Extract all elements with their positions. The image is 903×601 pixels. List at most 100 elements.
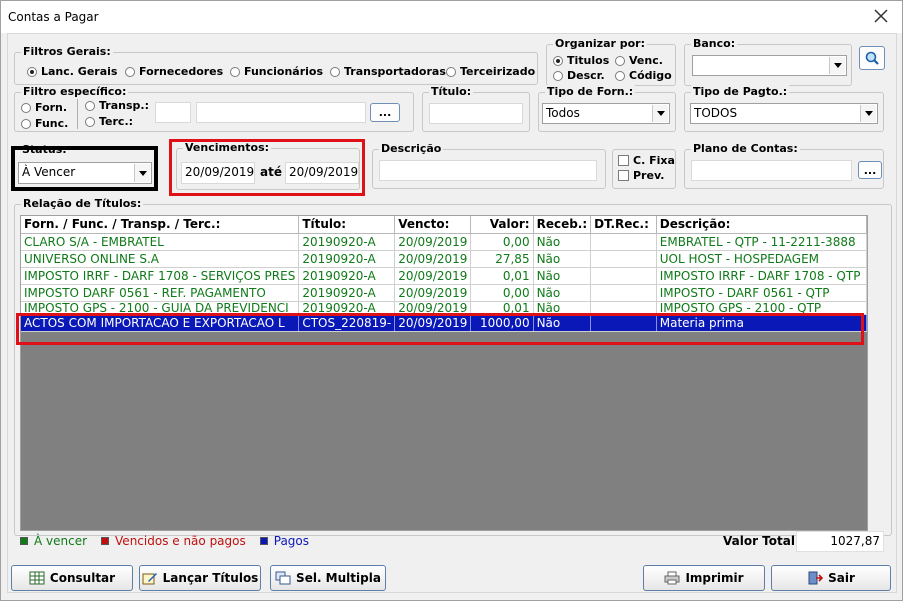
organizar-legend: Organizar por: xyxy=(553,37,648,50)
table-row[interactable]: UNIVERSO ONLINE S.A 20190920-A 20/09/201… xyxy=(21,250,868,268)
radio-org-descr[interactable]: Descr. xyxy=(553,69,605,82)
radio-func[interactable]: Func. xyxy=(21,117,68,130)
cell-dtrec xyxy=(590,250,657,268)
cell-valor: 0,01 xyxy=(470,267,534,285)
radio-transp[interactable]: Transp.: xyxy=(85,99,149,112)
radio-lanc-gerais[interactable]: Lanc. Gerais xyxy=(27,65,117,78)
radio-forn[interactable]: Forn. xyxy=(21,101,67,114)
table-row[interactable]: CLARO S/A - EMBRATEL 20190920-A 20/09/20… xyxy=(21,233,868,251)
checkbox-box xyxy=(618,170,629,181)
legend-swatch-blue xyxy=(259,537,268,545)
radio-org-venc[interactable]: Venc. xyxy=(615,54,663,67)
app-window: Contas a Pagar Filtros Gerais: Lanc. Ger… xyxy=(0,0,903,601)
multi-select-icon xyxy=(275,571,291,585)
col-header-vencto[interactable]: Vencto: xyxy=(394,216,472,234)
col-header-valor[interactable]: Valor: xyxy=(470,216,534,234)
cell-fornecedor: UNIVERSO ONLINE S.A xyxy=(21,250,300,268)
sel-multipla-button[interactable]: Sel. Multipla xyxy=(270,565,386,591)
exit-door-icon xyxy=(808,571,824,585)
radio-org-codigo[interactable]: Código xyxy=(615,69,672,82)
radio-terc[interactable]: Terc.: xyxy=(85,115,133,128)
cell-fornecedor: CLARO S/A - EMBRATEL xyxy=(21,233,300,251)
filtro-code-input[interactable] xyxy=(155,102,191,123)
cell-dtrec xyxy=(590,267,657,285)
col-header-descricao[interactable]: Descrição: xyxy=(656,216,868,234)
selected-row-highlight-box xyxy=(16,313,864,345)
titulo-input[interactable] xyxy=(429,103,523,124)
col-header-fornecedor[interactable]: Forn. / Func. / Transp. / Terc.: xyxy=(21,216,300,234)
radio-terceirizado[interactable]: Terceirizado xyxy=(446,65,535,78)
radio-funcionarios[interactable]: Funcionários xyxy=(230,65,323,78)
search-button[interactable] xyxy=(859,46,885,70)
plano-contas-input[interactable] xyxy=(691,160,852,181)
radio-dot-selected xyxy=(553,55,563,66)
chevron-down-icon[interactable] xyxy=(652,105,668,122)
plano-contas-group: Plano de Contas: ... xyxy=(684,142,884,189)
cell-vencto: 20/09/2019 xyxy=(394,233,472,251)
cell-receb: Não xyxy=(533,267,592,285)
c-fixa-checkbox[interactable]: C. Fixa xyxy=(618,154,675,167)
sair-button[interactable]: Sair xyxy=(771,565,891,591)
table-row[interactable]: IMPOSTO DARF 0561 - REF. PAGAMENTO 20190… xyxy=(21,284,868,302)
plano-contas-legend: Plano de Contas: xyxy=(691,142,800,155)
col-header-dtrec[interactable]: DT.Rec.: xyxy=(590,216,657,234)
edit-icon xyxy=(142,573,157,585)
radio-dot xyxy=(615,55,625,66)
radio-transportadoras[interactable]: Transportadoras xyxy=(330,65,446,78)
checks-group: C. Fixa Prev. xyxy=(612,149,676,189)
tipo-forn-select[interactable]: Todos xyxy=(542,103,670,124)
cell-vencto: 20/09/2019 xyxy=(394,267,472,285)
cell-valor: 0,00 xyxy=(470,233,534,251)
filtro-browse-button[interactable]: ... xyxy=(370,103,400,122)
radio-dot xyxy=(21,118,31,129)
chevron-down-icon[interactable] xyxy=(860,105,876,122)
radio-dot-selected xyxy=(27,66,37,77)
table-row[interactable]: IMPOSTO IRRF - DARF 1708 - SERVIÇOS PRES… xyxy=(21,267,868,285)
divider xyxy=(77,99,78,129)
banco-select[interactable] xyxy=(692,55,847,76)
total-value: 1027,87 xyxy=(796,531,884,552)
radio-dot xyxy=(330,66,340,77)
legend-a-vencer: À vencer xyxy=(20,534,87,548)
titles-grid[interactable]: Forn. / Func. / Transp. / Terc.: Título:… xyxy=(20,215,868,531)
radio-dot xyxy=(446,66,456,77)
vencimentos-highlight-box xyxy=(169,139,365,196)
plano-contas-browse-button[interactable]: ... xyxy=(858,161,882,179)
checkbox-box xyxy=(618,155,629,166)
cell-valor: 27,85 xyxy=(470,250,534,268)
cell-valor: 0,00 xyxy=(470,284,534,302)
close-icon[interactable] xyxy=(872,7,890,25)
radio-fornecedores[interactable]: Fornecedores xyxy=(125,65,223,78)
lancar-titulos-button[interactable]: Lançar Títulos xyxy=(139,565,261,591)
chevron-down-icon[interactable] xyxy=(829,57,845,74)
total-label: Valor Total: xyxy=(723,534,800,548)
radio-org-titulos[interactable]: Titulos xyxy=(553,54,609,67)
cell-dtrec xyxy=(590,233,657,251)
col-header-titulo[interactable]: Título: xyxy=(298,216,396,234)
descricao-input[interactable] xyxy=(379,160,597,181)
cell-fornecedor: IMPOSTO IRRF - DARF 1708 - SERVIÇOS PRES xyxy=(21,267,300,285)
radio-dot xyxy=(85,100,95,111)
banco-group: Banco: xyxy=(684,37,852,86)
cell-receb: Não xyxy=(533,284,592,302)
prev-checkbox[interactable]: Prev. xyxy=(618,169,664,182)
banco-legend: Banco: xyxy=(691,37,738,50)
tipo-forn-group: Tipo de Forn.: Todos xyxy=(538,85,676,132)
filtro-especifico-group: Filtro específico: Forn. Func. Transp.: … xyxy=(14,85,414,132)
cell-descricao: UOL HOST - HOSPEDAGEM xyxy=(656,250,868,268)
titulo-group: Título: xyxy=(422,85,530,132)
filtro-name-input[interactable] xyxy=(196,102,366,123)
radio-dot xyxy=(230,66,240,77)
cell-vencto: 20/09/2019 xyxy=(394,250,472,268)
cell-fornecedor: IMPOSTO DARF 0561 - REF. PAGAMENTO xyxy=(21,284,300,302)
col-header-receb[interactable]: Receb.: xyxy=(533,216,592,234)
cell-receb: Não xyxy=(533,233,592,251)
imprimir-button[interactable]: Imprimir xyxy=(643,565,765,591)
grid-icon xyxy=(29,571,45,585)
consultar-button[interactable]: Consultar xyxy=(11,565,133,591)
cell-descricao: EMBRATEL - QTP - 11-2211-3888 xyxy=(656,233,868,251)
cell-receb: Não xyxy=(533,250,592,268)
cell-descricao: IMPOSTO IRRF - DARF 1708 - QTP xyxy=(656,267,868,285)
tipo-pagto-group: Tipo de Pagto.: TODOS xyxy=(684,85,884,132)
tipo-pagto-select[interactable]: TODOS xyxy=(690,103,878,124)
